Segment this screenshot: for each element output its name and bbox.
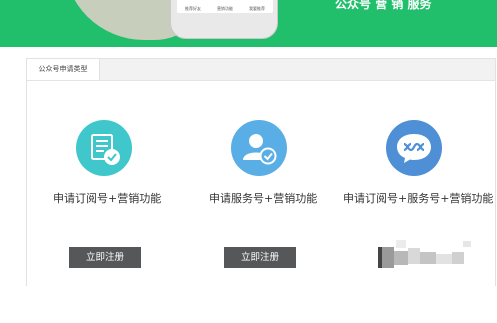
phone-tab-3: 我要推荐 bbox=[249, 6, 265, 11]
user-check-icon bbox=[231, 120, 287, 176]
card-1-register-button[interactable]: 立即注册 bbox=[69, 247, 141, 268]
phone-image: 推荐好友 营销功能 我要推荐 bbox=[170, 0, 278, 39]
phone-screen: 推荐好友 营销功能 我要推荐 bbox=[177, 0, 273, 13]
document-check-icon bbox=[76, 120, 132, 176]
banner-headline: 公众号 营 销 服务 bbox=[335, 0, 432, 11]
blurred-watermark bbox=[368, 238, 473, 272]
card-3-label: 申请订阅号+服务号+营销功能 bbox=[343, 192, 494, 205]
phone-tab-1: 推荐好友 bbox=[185, 6, 201, 11]
card-1-label: 申请订阅号+营销功能 bbox=[53, 192, 162, 205]
top-banner: 推荐好友 营销功能 我要推荐 公众号 营 销 服务 bbox=[0, 0, 497, 47]
phone-tab-2: 营销功能 bbox=[217, 6, 233, 11]
tab-bar: 公众号申请类型 bbox=[27, 59, 495, 81]
tab-account-type[interactable]: 公众号申请类型 bbox=[27, 59, 100, 80]
card-2-register-button[interactable]: 立即注册 bbox=[224, 247, 296, 268]
chat-bubble-icon bbox=[386, 120, 442, 176]
card-2-label: 申请服务号+营销功能 bbox=[209, 192, 318, 205]
